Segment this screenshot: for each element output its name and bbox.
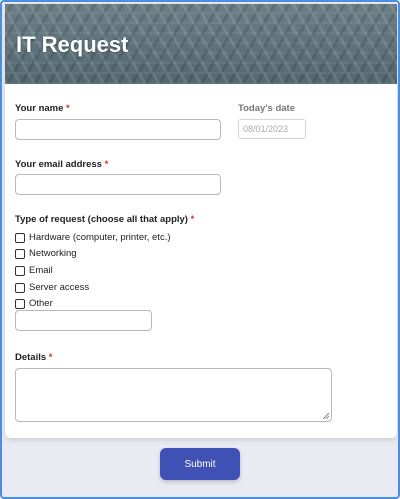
name-label-text: Your name [15, 103, 64, 114]
details-label-text: Details [15, 352, 47, 363]
checkbox[interactable] [15, 265, 25, 276]
option-label: Server access [29, 282, 90, 293]
option-hardware[interactable]: Hardware (computer, printer, etc.) [15, 231, 171, 244]
email-label-text: Your email address [15, 159, 102, 170]
date-label: Today's date [238, 103, 295, 114]
option-label: Other [29, 298, 53, 309]
email-input[interactable] [15, 174, 221, 195]
required-mark: * [190, 214, 195, 225]
checkbox[interactable] [15, 248, 25, 259]
request-type-label-text: Type of request (choose all that apply) [15, 214, 188, 225]
option-label: Networking [29, 248, 77, 259]
option-server-access[interactable]: Server access [15, 281, 89, 294]
option-email[interactable]: Email [15, 264, 53, 277]
required-mark: * [104, 159, 109, 170]
other-text-input[interactable] [15, 310, 152, 331]
submit-button[interactable]: Submit [160, 448, 240, 480]
name-input[interactable] [15, 119, 221, 140]
request-type-label: Type of request (choose all that apply) … [15, 214, 194, 225]
required-mark: * [66, 103, 70, 114]
email-label: Your email address * [15, 159, 108, 170]
resize-grip-icon[interactable] [323, 413, 329, 419]
header-banner: IT Request [5, 4, 397, 84]
form-card: IT Request Your name * Today's date 08/0… [5, 4, 397, 438]
form-title: IT Request [16, 32, 129, 57]
checkbox[interactable] [15, 298, 25, 309]
option-label: Email [29, 265, 53, 276]
details-textarea[interactable] [15, 368, 332, 422]
option-networking[interactable]: Networking [15, 247, 77, 260]
form-frame: IT Request Your name * Today's date 08/0… [0, 0, 400, 499]
option-label: Hardware (computer, printer, etc.) [29, 232, 171, 243]
option-other[interactable]: Other [15, 297, 53, 310]
checkbox[interactable] [15, 282, 25, 293]
required-mark: * [48, 352, 53, 363]
checkbox[interactable] [15, 232, 25, 243]
date-input[interactable]: 08/01/2023 [238, 119, 306, 139]
details-label: Details * [15, 352, 53, 363]
name-label: Your name * [15, 103, 70, 114]
